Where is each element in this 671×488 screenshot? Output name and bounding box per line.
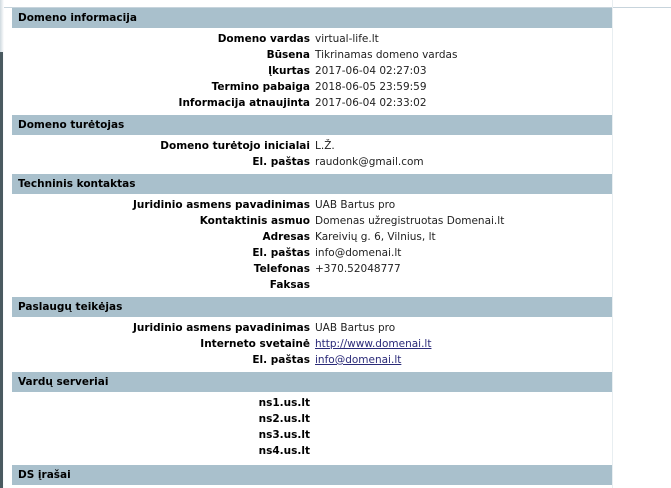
row-value: raudonk@gmail.com bbox=[315, 156, 424, 168]
row-label: Juridinio asmens pavadinimas bbox=[133, 199, 310, 211]
holder-row-initials: Domeno turėtojo inicialai L.Ž. bbox=[12, 138, 612, 154]
provider-row-email: El. paštas info@domenai.lt bbox=[12, 352, 612, 368]
row-label: Faksas bbox=[269, 279, 310, 291]
row-value: Kareivių g. 6, Vilnius, lt bbox=[315, 231, 436, 243]
whois-content: Domeno informacija Domeno vardas virtual… bbox=[12, 8, 612, 488]
info-row-domain-name: Domeno vardas virtual-life.lt bbox=[12, 31, 612, 47]
holder-row-email: El. paštas raudonk@gmail.com bbox=[12, 154, 612, 170]
row-label: Domeno turėtojo inicialai bbox=[160, 140, 310, 152]
row-value: info@domenai.lt bbox=[315, 247, 402, 259]
section-header-nameservers: Vardų serveriai bbox=[12, 372, 612, 392]
provider-email-link[interactable]: info@domenai.lt bbox=[315, 354, 401, 366]
row-label: Informacija atnaujinta bbox=[178, 97, 310, 109]
tech-row-address: Adresas Kareivių g. 6, Vilnius, lt bbox=[12, 229, 612, 245]
window-right-edge bbox=[612, 0, 613, 488]
window-top-edge bbox=[0, 0, 671, 8]
row-label: El. paštas bbox=[252, 156, 310, 168]
row-label: Juridinio asmens pavadinimas bbox=[133, 322, 310, 334]
page-frame: Domeno informacija Domeno vardas virtual… bbox=[0, 0, 671, 488]
section-header-tech: Techninis kontaktas bbox=[12, 174, 612, 194]
provider-website-link[interactable]: http://www.domenai.lt bbox=[315, 338, 431, 350]
row-value: L.Ž. bbox=[315, 140, 335, 152]
row-value: Domenas užregistruotas Domenai.lt bbox=[315, 215, 505, 227]
info-row-updated: Informacija atnaujinta 2017-06-04 02:33:… bbox=[12, 95, 612, 111]
nameserver-item: ns3.us.lt bbox=[258, 429, 310, 441]
tech-row-phone: Telefonas +370.52048777 bbox=[12, 261, 612, 277]
row-value: virtual-life.lt bbox=[315, 33, 379, 45]
info-row-created: Įkurtas 2017-06-04 02:27:03 bbox=[12, 63, 612, 79]
row-label: Būsena bbox=[266, 49, 310, 61]
row-value bbox=[315, 277, 612, 293]
row-value: UAB Bartus pro bbox=[315, 199, 396, 211]
tech-row-fax: Faksas bbox=[12, 277, 612, 293]
window-left-shadow bbox=[0, 52, 3, 488]
tech-row-contact: Kontaktinis asmuo Domenas užregistruotas… bbox=[12, 213, 612, 229]
row-label: Domeno vardas bbox=[217, 33, 310, 45]
section-holder: Domeno turėtojo inicialai L.Ž. El. pašta… bbox=[12, 135, 612, 172]
tech-row-email: El. paštas info@domenai.lt bbox=[12, 245, 612, 261]
row-value: 2018-06-05 23:59:59 bbox=[315, 81, 427, 93]
info-row-status: Būsena Tikrinamas domeno vardas bbox=[12, 47, 612, 63]
section-provider: Juridinio asmens pavadinimas UAB Bartus … bbox=[12, 317, 612, 370]
section-header-ds-records: DS įrašai bbox=[12, 465, 612, 485]
nameserver-item: ns4.us.lt bbox=[258, 445, 310, 457]
row-value: UAB Bartus pro bbox=[315, 322, 396, 334]
section-header-domain-info: Domeno informacija bbox=[12, 8, 612, 28]
row-label: El. paštas bbox=[252, 354, 310, 366]
row-label: Kontaktinis asmuo bbox=[199, 215, 310, 227]
row-value: 2017-06-04 02:33:02 bbox=[315, 97, 427, 109]
section-nameservers: ns1.us.lt ns2.us.lt ns3.us.lt ns4.us.lt bbox=[12, 392, 612, 463]
row-label: Telefonas bbox=[253, 263, 310, 275]
section-header-holder: Domeno turėtojas bbox=[12, 115, 612, 135]
section-domain-info: Domeno vardas virtual-life.lt Būsena Tik… bbox=[12, 28, 612, 113]
row-label: Termino pabaiga bbox=[211, 81, 310, 93]
row-value: 2017-06-04 02:27:03 bbox=[315, 65, 427, 77]
provider-row-company: Juridinio asmens pavadinimas UAB Bartus … bbox=[12, 320, 612, 336]
row-label: Interneto svetainė bbox=[200, 338, 310, 350]
nameserver-item: ns2.us.lt bbox=[258, 413, 310, 425]
info-row-expiry: Termino pabaiga 2018-06-05 23:59:59 bbox=[12, 79, 612, 95]
tech-row-company: Juridinio asmens pavadinimas UAB Bartus … bbox=[12, 197, 612, 213]
row-label: Adresas bbox=[262, 231, 310, 243]
row-label: Įkurtas bbox=[268, 65, 310, 77]
row-value: Tikrinamas domeno vardas bbox=[315, 49, 458, 61]
row-value: +370.52048777 bbox=[315, 263, 401, 275]
section-header-provider: Paslaugų teikėjas bbox=[12, 297, 612, 317]
row-label: El. paštas bbox=[252, 247, 310, 259]
section-tech: Juridinio asmens pavadinimas UAB Bartus … bbox=[12, 194, 612, 295]
provider-row-website: Interneto svetainė http://www.domenai.lt bbox=[12, 336, 612, 352]
nameserver-item: ns1.us.lt bbox=[258, 397, 310, 409]
